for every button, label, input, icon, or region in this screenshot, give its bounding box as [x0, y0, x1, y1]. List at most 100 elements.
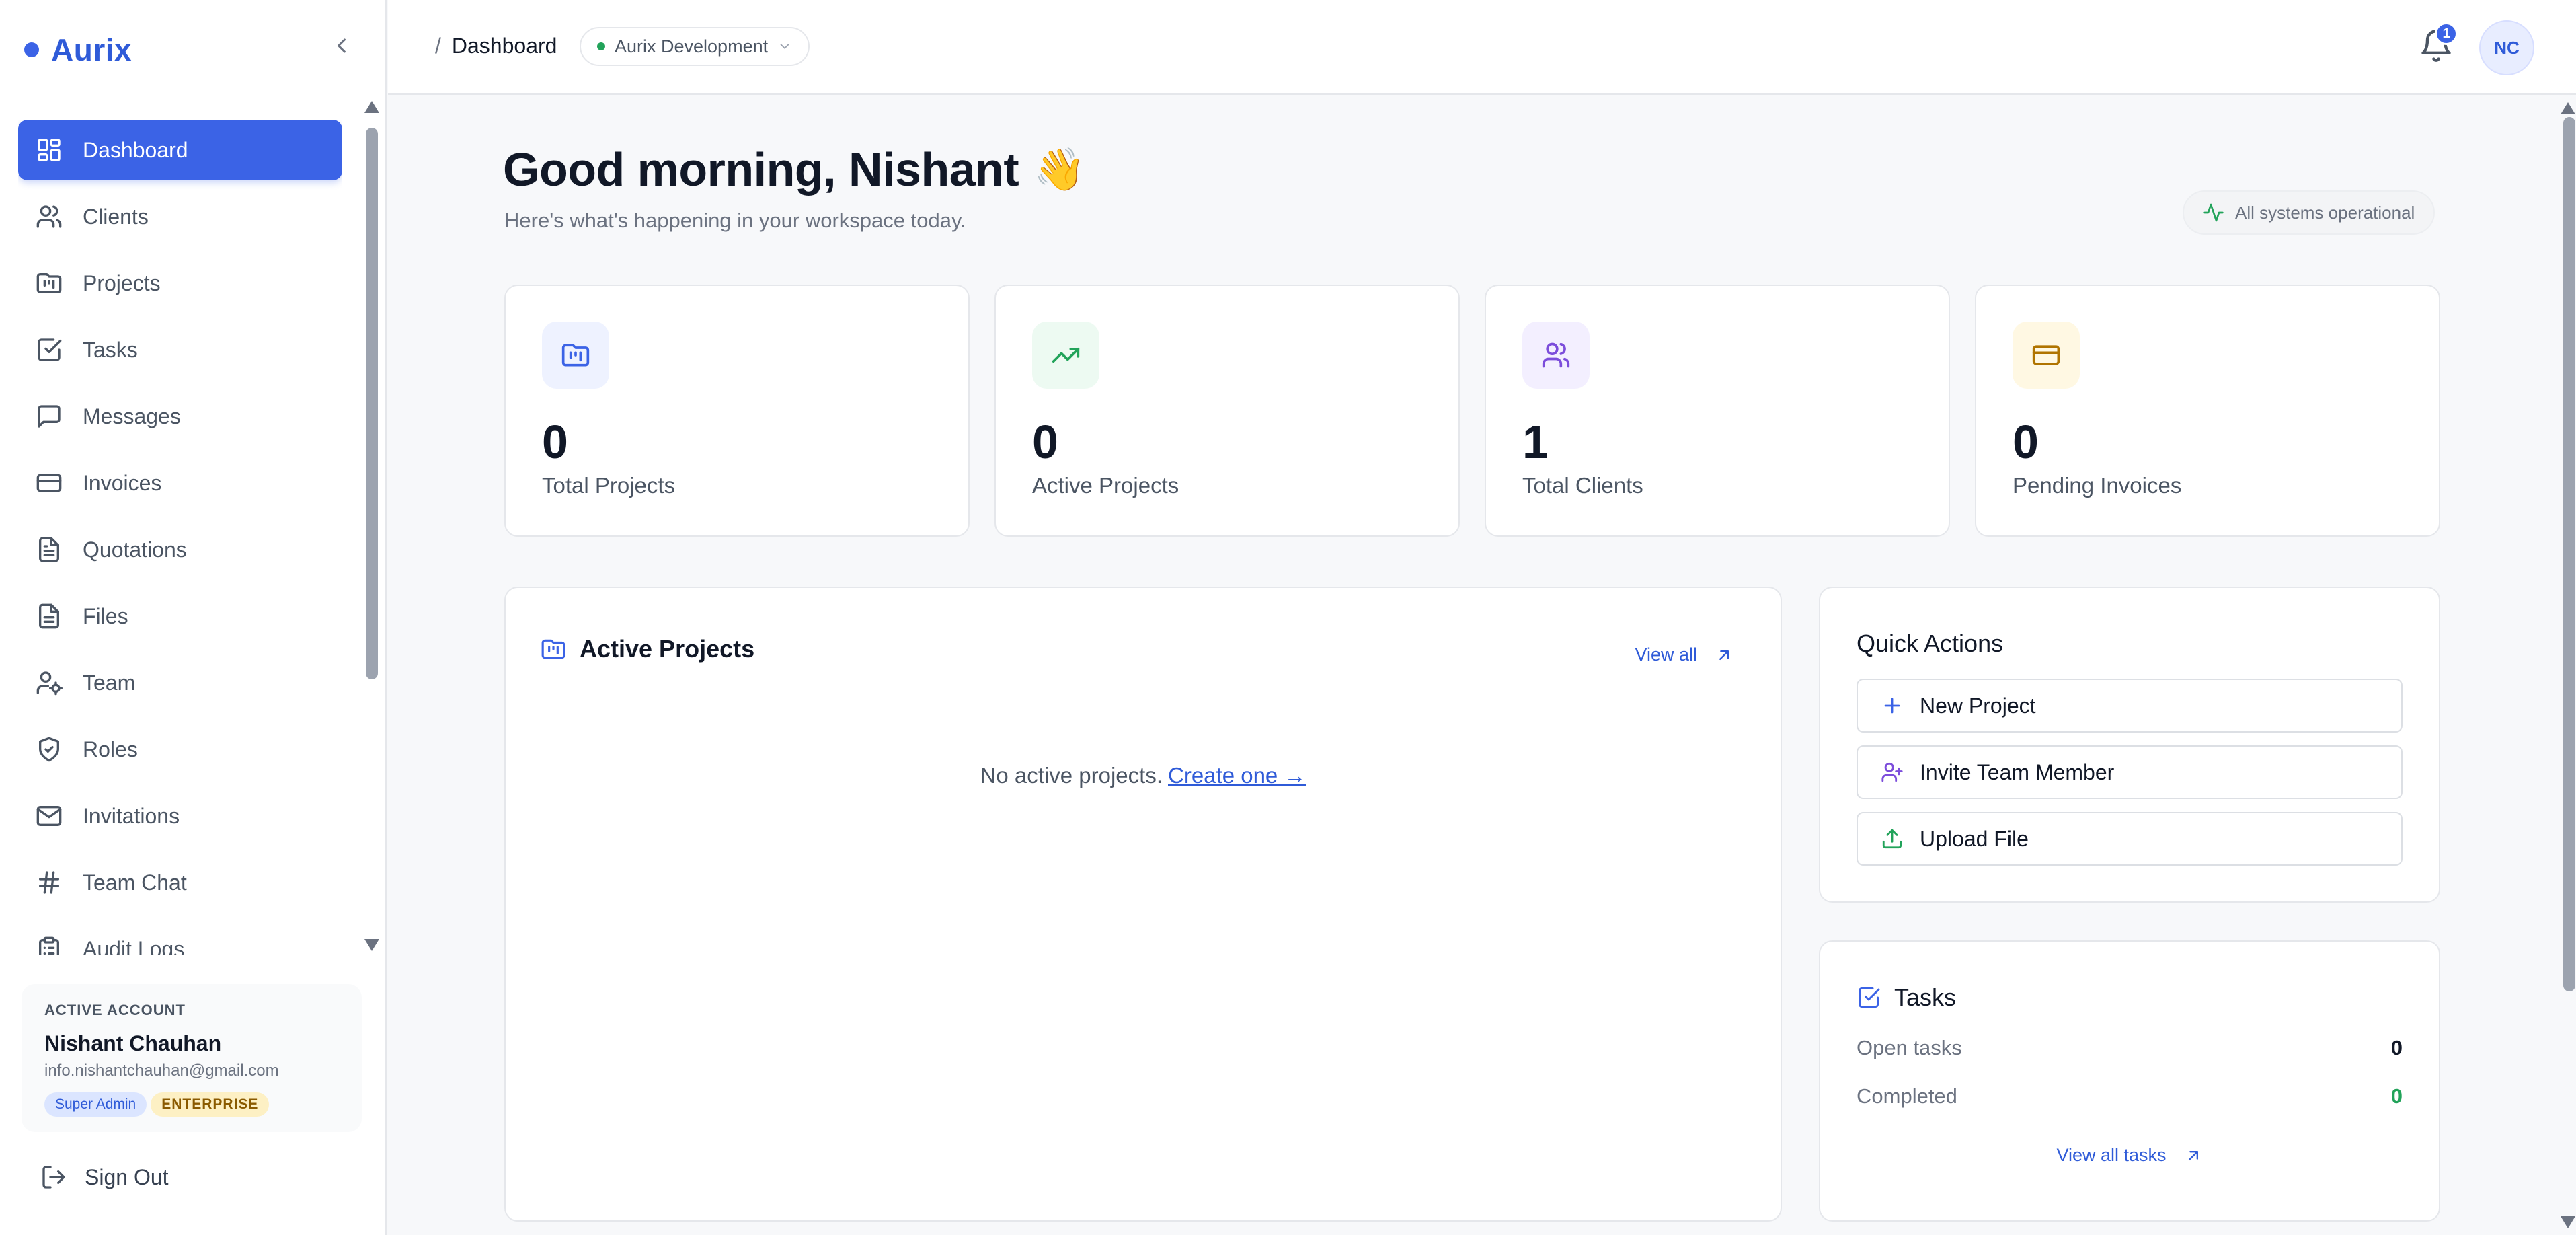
users-icon [1542, 342, 1570, 368]
sidebar-item-projects[interactable]: Projects [18, 253, 342, 313]
upload-file-label: Upload File [1920, 826, 2029, 851]
clipboard-list-icon [39, 936, 59, 955]
tasks-title-text: Tasks [1894, 983, 1957, 1011]
view-all-tasks-link[interactable]: View all tasks [1820, 1145, 2439, 1166]
active-projects-title-text: Active Projects [580, 635, 755, 663]
invite-team-member-button[interactable]: Invite Team Member [1857, 745, 2403, 799]
sidebar-item-invoices[interactable]: Invoices [18, 453, 342, 513]
active-projects-panel: Active Projects View all No active proje… [504, 587, 1782, 1222]
view-all-projects-link[interactable]: View all [1635, 644, 1733, 665]
sidebar-item-label: Dashboard [83, 137, 188, 162]
invite-team-member-label: Invite Team Member [1920, 759, 2115, 784]
sidebar-item-invitations[interactable]: Invitations [18, 786, 342, 846]
stat-card-total-projects[interactable]: 0 Total Projects [504, 285, 970, 537]
stat-icon-tile [542, 322, 609, 389]
user-avatar[interactable]: NC [2479, 20, 2534, 75]
workspace-status-dot-icon [597, 42, 605, 50]
collapse-sidebar-button[interactable] [329, 34, 354, 58]
brand[interactable]: Aurix [24, 30, 132, 70]
stat-label: Total Projects [542, 473, 676, 498]
main-scrollbar-thumb[interactable] [2563, 117, 2575, 991]
main-scroll-down-arrow[interactable] [2561, 1216, 2575, 1228]
user-cog-icon [36, 671, 63, 696]
empty-state-text: No active projects. [980, 763, 1163, 788]
quick-actions-panel: Quick Actions New Project Invite Team Me… [1819, 587, 2440, 903]
sidebar-item-quotations[interactable]: Quotations [18, 519, 342, 580]
stat-icon-tile [2013, 322, 2080, 389]
sidebar-scroll-up-arrow[interactable] [364, 101, 379, 113]
tasks-title: Tasks [1857, 983, 1956, 1012]
sidebar-item-label: Invitations [83, 803, 180, 828]
folder-kanban-icon [541, 639, 565, 659]
stat-card-total-clients[interactable]: 1 Total Clients [1485, 285, 1950, 537]
layout-grid-icon [38, 139, 61, 161]
sidebar-item-messages[interactable]: Messages [18, 386, 342, 447]
sidebar-item-label: Projects [83, 270, 161, 295]
account-name: Nishant Chauhan [44, 1031, 222, 1055]
sidebar-item-label: Clients [83, 204, 149, 229]
file-icon [39, 603, 60, 629]
view-all-label: View all [1635, 644, 1697, 665]
sidebar-item-tasks[interactable]: Tasks [18, 320, 342, 380]
sidebar-item-files[interactable]: Files [18, 586, 342, 646]
sidebar-nav: Dashboard Clients Projects Tasks Message… [18, 120, 342, 955]
view-all-tasks-label: View all tasks [2056, 1145, 2167, 1165]
stat-card-active-projects[interactable]: 0 Active Projects [994, 285, 1460, 537]
activity-icon [2203, 203, 2224, 222]
sidebar-item-roles[interactable]: Roles [18, 719, 342, 780]
system-status-label: All systems operational [2235, 202, 2415, 223]
upload-file-button[interactable]: Upload File [1857, 812, 2403, 866]
sidebar-item-team[interactable]: Team [18, 652, 342, 713]
active-account-card: ACTIVE ACCOUNT Nishant Chauhan info.nish… [22, 984, 362, 1132]
stat-card-pending-invoices[interactable]: 0 Pending Invoices [1975, 285, 2440, 537]
sidebar-item-clients[interactable]: Clients [18, 186, 342, 247]
new-project-button[interactable]: New Project [1857, 679, 2403, 733]
account-email: info.nishantchauhan@gmail.com [44, 1061, 279, 1080]
create-project-link[interactable]: Create one → [1168, 763, 1306, 788]
plan-badge: ENTERPRISE [151, 1092, 270, 1117]
completed-tasks-value: 0 [2390, 1084, 2403, 1108]
breadcrumb-separator: / [435, 34, 441, 58]
main-scroll-up-arrow[interactable] [2561, 102, 2575, 114]
stat-label: Active Projects [1032, 473, 1179, 498]
sidebar-item-dashboard[interactable]: Dashboard [18, 120, 342, 180]
role-badge: Super Admin [44, 1092, 147, 1117]
sidebar-item-label: Quotations [83, 537, 187, 562]
new-project-label: New Project [1920, 693, 2036, 718]
open-tasks-label: Open tasks [1857, 1036, 1962, 1059]
sidebar-item-label: Messages [83, 404, 181, 428]
upload-icon [1882, 829, 1902, 849]
open-tasks-row: Open tasks 0 [1857, 1036, 2403, 1060]
credit-card-icon [36, 474, 62, 492]
shield-check-icon [39, 737, 60, 762]
folder-kanban-icon [36, 273, 62, 293]
system-status-badge: All systems operational [2183, 190, 2435, 235]
breadcrumb: / Dashboard [435, 34, 557, 59]
sidebar-scrollbar-thumb[interactable] [366, 128, 378, 679]
completed-tasks-label: Completed [1857, 1084, 1957, 1108]
stat-icon-tile [1522, 322, 1590, 389]
sidebar-item-label: Team [83, 670, 136, 695]
quick-actions-title: Quick Actions [1857, 630, 2004, 657]
sign-out-label: Sign Out [85, 1164, 169, 1189]
brand-dot-icon [24, 42, 39, 57]
chevron-down-icon [780, 44, 789, 49]
completed-tasks-row: Completed 0 [1857, 1084, 2403, 1109]
sidebar-scroll-down-arrow[interactable] [364, 939, 379, 951]
sidebar-item-team-chat[interactable]: Team Chat [18, 852, 342, 913]
stat-value: 0 [542, 416, 568, 468]
sidebar-item-audit-logs[interactable]: Audit Logs [18, 919, 342, 955]
workspace-selector[interactable]: Aurix Development [580, 27, 810, 66]
active-projects-title: Active Projects [541, 635, 754, 663]
waving-hand-icon: 👋 [1033, 146, 1086, 193]
sidebar-item-label: Files [83, 603, 128, 628]
credit-card-icon [2032, 345, 2060, 365]
check-square-icon [1859, 987, 1880, 1008]
greeting: Good morning, Nishant 👋 [503, 143, 1085, 196]
file-text-icon [39, 537, 60, 562]
arrow-up-right-icon [1719, 650, 1729, 660]
sign-out-button[interactable]: Sign Out [40, 1164, 169, 1191]
sidebar-item-label: Invoices [83, 470, 162, 495]
stat-value: 1 [1522, 416, 1549, 468]
workspace-name: Aurix Development [615, 36, 769, 57]
